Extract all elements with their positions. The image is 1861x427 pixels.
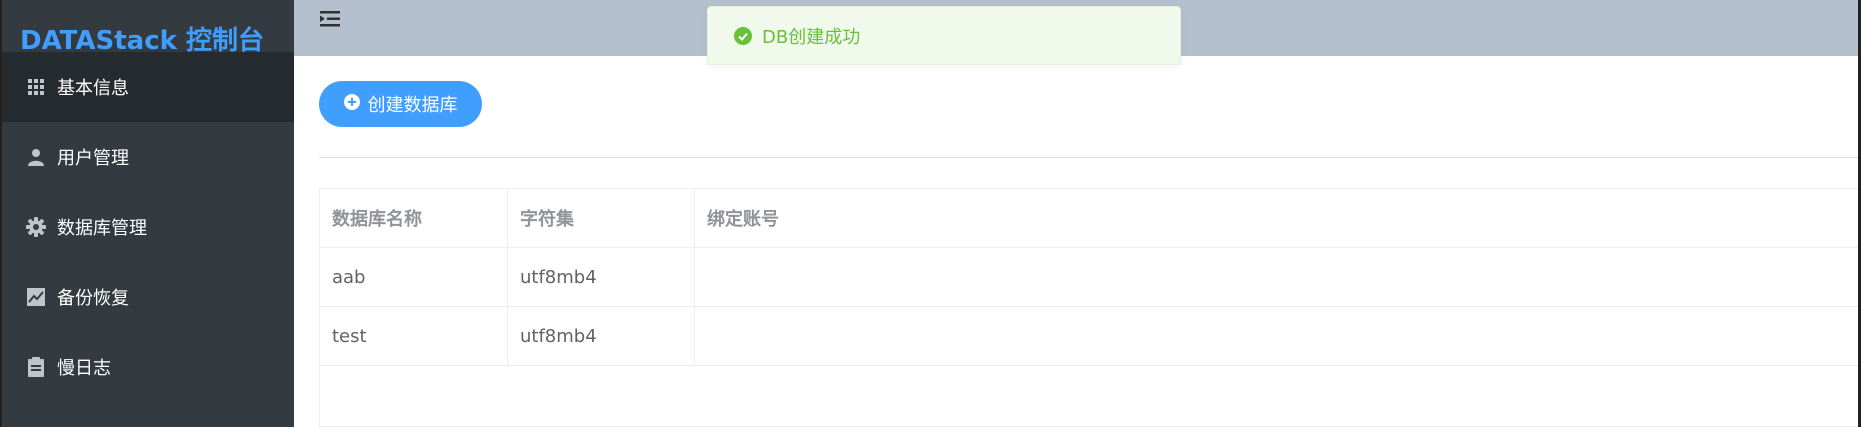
success-toast: DB创建成功 — [707, 6, 1181, 65]
cell-bound-account — [695, 307, 1861, 365]
sidebar-item-slow-log[interactable]: 慢日志 — [2, 332, 294, 402]
sidebar-item-basic-info[interactable]: 基本信息 — [2, 52, 294, 122]
database-table: 数据库名称 字符集 绑定账号 aab utf8mb4 test utf8mb4 — [319, 188, 1861, 427]
sidebar-item-database[interactable]: 数据库管理 — [2, 192, 294, 262]
gear-icon — [26, 217, 46, 237]
menu-toggle-icon[interactable] — [320, 10, 342, 28]
cell-charset: utf8mb4 — [508, 307, 695, 365]
sidebar-item-label: 慢日志 — [57, 358, 111, 379]
sidebar-item-label: 数据库管理 — [57, 218, 147, 239]
chart-icon — [26, 287, 46, 307]
sidebar-item-label: 备份恢复 — [57, 288, 129, 309]
clipboard-icon — [26, 357, 46, 377]
sidebar-menu: 基本信息 用户管理 数据库管理 备份恢复 慢日志 — [2, 52, 294, 402]
table-row[interactable]: test utf8mb4 — [320, 307, 1861, 366]
plus-circle-icon — [343, 93, 360, 115]
column-header-db-name: 数据库名称 — [320, 189, 508, 247]
sidebar-item-backup[interactable]: 备份恢复 — [2, 262, 294, 332]
cell-db-name: test — [320, 307, 508, 365]
cell-db-name: aab — [320, 248, 508, 306]
table-header-row: 数据库名称 字符集 绑定账号 — [320, 189, 1861, 248]
create-database-label: 创建数据库 — [367, 95, 458, 116]
user-icon — [26, 147, 46, 167]
cell-charset: utf8mb4 — [508, 248, 695, 306]
create-database-button[interactable]: 创建数据库 — [319, 81, 482, 127]
sidebar-item-label: 基本信息 — [57, 78, 129, 99]
cell-bound-account — [695, 248, 1861, 306]
column-header-charset: 字符集 — [508, 189, 695, 247]
column-header-bound-account: 绑定账号 — [707, 209, 779, 230]
main-content: 创建数据库 数据库名称 字符集 绑定账号 aab utf8mb4 test ut… — [294, 56, 1861, 427]
grid-icon — [26, 77, 46, 97]
sidebar-item-users[interactable]: 用户管理 — [2, 122, 294, 192]
toast-message: DB创建成功 — [762, 26, 861, 48]
divider — [319, 157, 1861, 158]
sidebar: DATAStack 控制台 基本信息 用户管理 数据库管理 备份恢复 慢日志 — [0, 0, 294, 427]
check-circle-icon — [734, 26, 752, 45]
table-row[interactable]: aab utf8mb4 — [320, 248, 1861, 307]
sidebar-item-label: 用户管理 — [57, 148, 129, 169]
